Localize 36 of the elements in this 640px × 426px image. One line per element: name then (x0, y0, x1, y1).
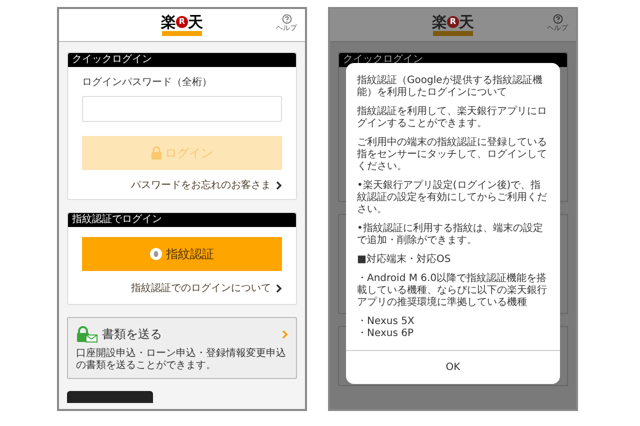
dialog-paragraph: 指紋認証（Googleが提供する指紋認証機能）を利用したログインについて (357, 75, 544, 99)
chevron-icon (276, 284, 282, 293)
logo-text: 楽 (161, 14, 176, 30)
help-icon[interactable] (282, 14, 292, 24)
logo-band (162, 30, 202, 36)
logo-text: 天 (188, 14, 203, 30)
ok-button[interactable]: OK (346, 350, 560, 384)
fingerprint-button[interactable]: 指紋認証 (82, 237, 282, 271)
chevron-icon (282, 330, 288, 338)
logo-band (433, 30, 473, 36)
documents-card[interactable]: 書類を送る 口座開設申込・ローン申込・登録情報変更申込の書類を送ることができます。 (67, 317, 297, 379)
dialog-paragraph: ■対応端末・対応OS (357, 254, 452, 266)
documents-title: 書類を送る (102, 326, 162, 343)
help-icon[interactable] (552, 14, 562, 24)
device-item: ・Nexus 5X (357, 316, 416, 328)
dialog-paragraph: ご利用中の端末の指紋認証に登録している指をセンサーにタッチして、ログインしてください。 (357, 137, 548, 173)
logo-text: 天 (459, 14, 474, 30)
fingerprint-icon (150, 248, 162, 260)
chevron-icon (276, 181, 282, 190)
fingerprint-info-link[interactable]: 指紋認証でのログインについて (131, 281, 282, 296)
logo-mark: R (176, 16, 188, 28)
dialog-paragraph: ・Android M 6.0以降で指紋認証機能を搭載している機種、ならびに以下の楽天銀行アプリの推奨環境に準拠している機種 (357, 273, 548, 309)
dialog-paragraph: •楽天銀行アプリ設定(ログイン後)で、指紋認証の設定を有効にしてからご利用ください。 (357, 180, 548, 216)
field-label: ログインパスワード（全桁） (82, 76, 213, 90)
device-item: ・Nexus 6P (357, 328, 414, 340)
dialog-paragraph: 指紋認証を利用して、楽天銀行アプリにログインすることができます。 (357, 106, 548, 130)
section-heading: クイックログイン (68, 53, 296, 67)
lock-icon (151, 146, 162, 160)
password-field[interactable] (82, 96, 282, 122)
documents-description: 口座開設申込・ローン申込・登録情報変更申込の書類を送ることができます。 (76, 348, 287, 372)
section-heading: 指紋認証でログイン (68, 213, 296, 227)
lock-envelope-icon (76, 326, 98, 342)
forgot-password-link[interactable]: パスワードをお忘れのお客さま (131, 178, 282, 193)
dialog-paragraph: •指紋認証に利用する指紋は、端末の設定で追加・削除ができます。 (357, 223, 544, 247)
logo-mark: R (447, 16, 459, 28)
logo-text: 楽 (432, 14, 447, 30)
